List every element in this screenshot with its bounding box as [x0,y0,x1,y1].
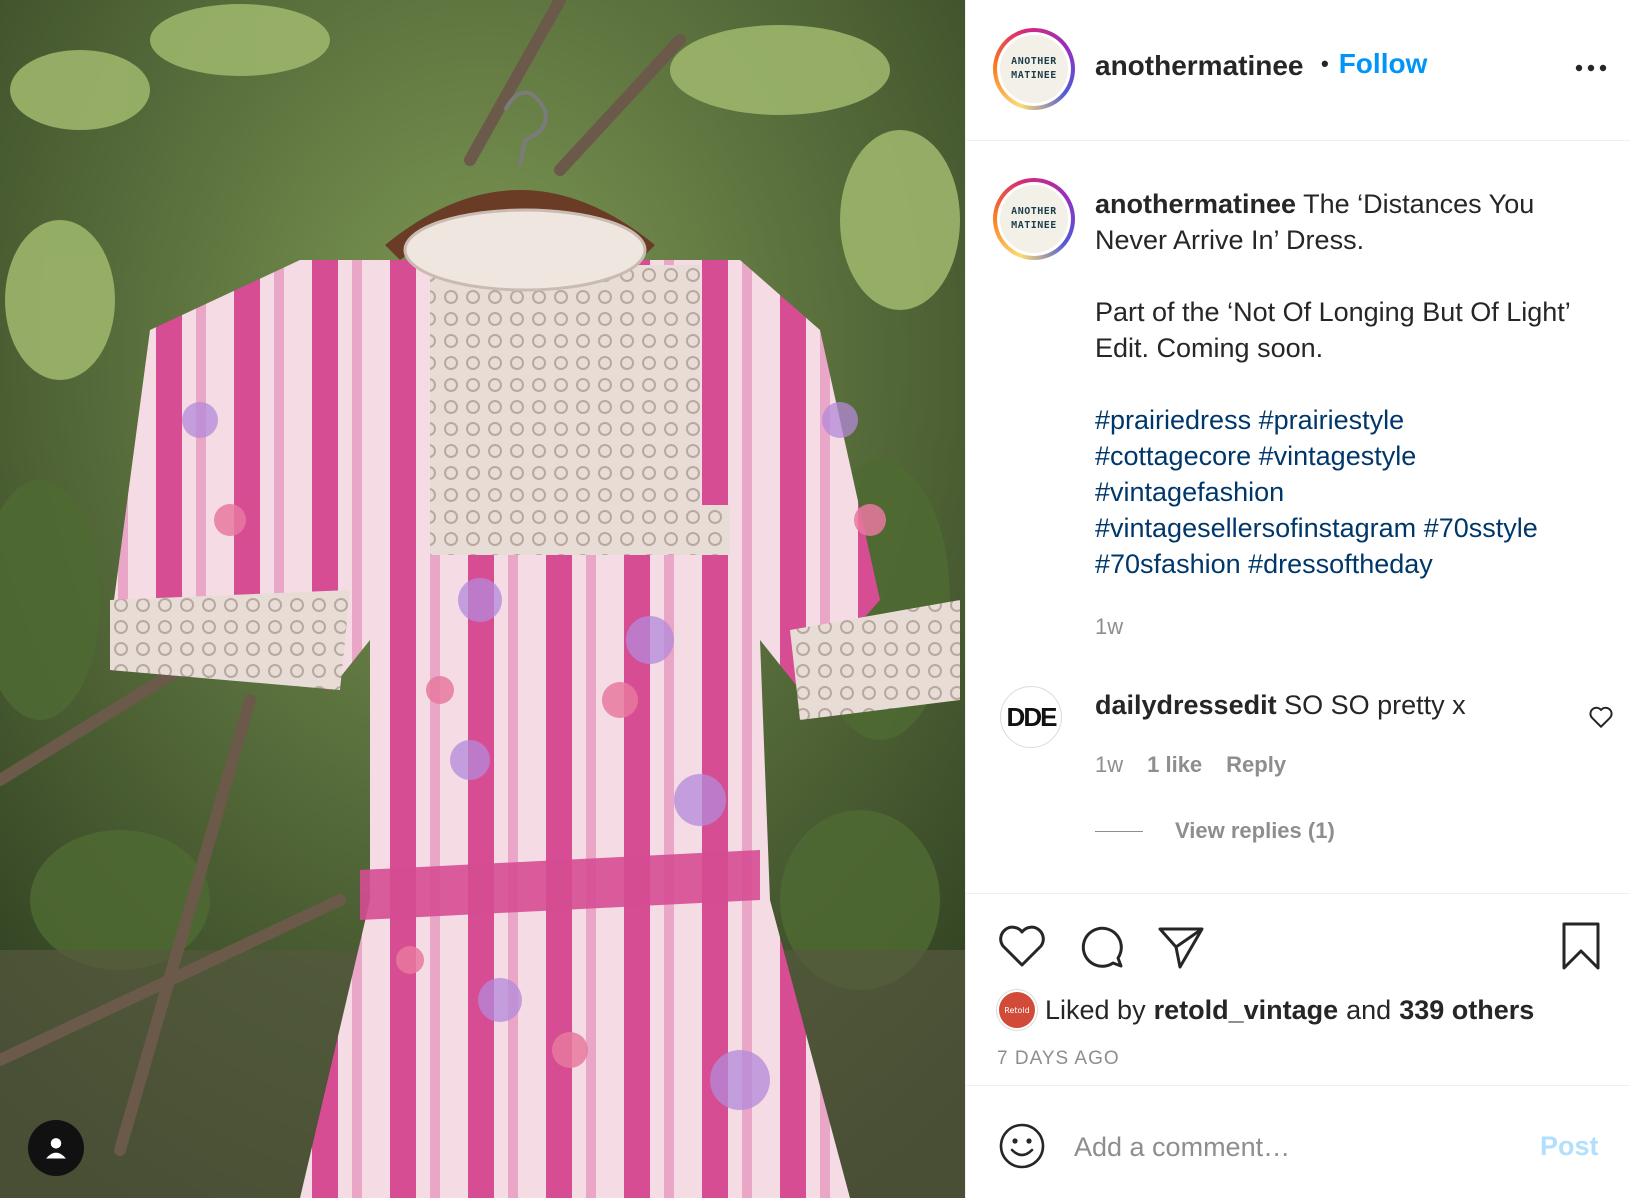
hashtag-link[interactable]: #prairiedress [1095,405,1251,435]
share-icon[interactable] [1156,921,1206,971]
hashtag-list: #prairiedress #prairiestyle #cottagecore… [1095,402,1605,582]
hashtag-link[interactable]: #vintagestyle [1259,441,1417,471]
caption-timestamp[interactable]: 1w [1095,614,1123,640]
hashtag-link[interactable]: #dressoftheday [1248,549,1433,579]
add-comment-bar: Post [966,1085,1630,1198]
instagram-post-page: ANOTHER MATINEE anothermatinee • Follow … [0,0,1630,1198]
follow-button[interactable]: Follow [1339,48,1428,80]
author-logo: ANOTHER MATINEE [1000,35,1068,103]
author-logo: ANOTHER MATINEE [1000,185,1068,253]
comment-timestamp[interactable]: 1w [1095,752,1123,778]
post-header: ANOTHER MATINEE anothermatinee • Follow [966,0,1630,141]
comment-input[interactable] [1074,1124,1504,1170]
more-horizontal-icon[interactable] [1571,56,1611,80]
hashtag-link[interactable]: #70sfashion [1095,549,1241,579]
tagged-users-button[interactable] [28,1120,84,1176]
separator-dot: • [1321,51,1329,76]
hashtag-link[interactable]: #vintagesellersofinstagram [1095,513,1416,543]
post-side-panel: ANOTHER MATINEE anothermatinee • Follow … [965,0,1630,1198]
heart-icon[interactable] [997,921,1047,971]
post-photo[interactable] [0,0,965,1198]
liked-by-and: and [1346,994,1392,1025]
bookmark-icon[interactable] [1556,921,1606,971]
hashtag-link[interactable]: #70sstyle [1424,513,1538,543]
liked-by-prefix: Liked by [1045,994,1146,1025]
commenter-username[interactable]: dailydressedit [1095,690,1277,720]
caption-text-line2: Part of the ‘Not Of Longing But Of Light… [1095,297,1570,363]
hashtag-link[interactable]: #cottagecore [1095,441,1251,471]
comment-meta: 1w 1 like Reply [1095,752,1286,778]
post-comment-button[interactable]: Post [1540,1131,1599,1162]
author-username[interactable]: anothermatinee [1095,50,1304,82]
user-icon [46,1138,66,1159]
liked-by: Retold Liked by retold_vintage and 339 o… [997,990,1534,1030]
view-replies-button[interactable]: View replies (1) [1175,818,1335,844]
reply-button[interactable]: Reply [1226,752,1286,778]
liker-avatar[interactable]: Retold [997,990,1037,1030]
caption-author-avatar[interactable]: ANOTHER MATINEE [993,178,1075,260]
liker-username[interactable]: retold_vintage [1154,995,1339,1026]
commenter-avatar[interactable]: DDE [1000,686,1062,748]
comment-icon[interactable] [1077,921,1127,971]
replies-divider-line [1095,830,1143,832]
view-replies[interactable]: View replies (1) [1095,818,1335,844]
comment-text: dailydressedit SO SO pretty x [1095,690,1466,721]
post-actions: Retold Liked by retold_vintage and 339 o… [966,893,1630,1085]
likes-others-count[interactable]: 339 others [1399,995,1534,1026]
comment-body: SO SO pretty x [1284,690,1466,720]
post-date[interactable]: 7 DAYS AGO [997,1048,1120,1070]
caption-username[interactable]: anothermatinee [1095,189,1296,219]
dress-photo-illustration [0,0,965,1198]
emoji-icon[interactable] [997,1121,1047,1171]
hashtag-link[interactable]: #prairiestyle [1259,405,1405,435]
comment-like-count[interactable]: 1 like [1147,752,1202,778]
comment-like-icon[interactable] [1588,704,1614,730]
author-avatar[interactable]: ANOTHER MATINEE [993,28,1075,110]
hashtag-link[interactable]: #vintagefashion [1095,477,1284,507]
post-caption: anothermatinee The ‘Distances You Never … [1095,186,1605,618]
